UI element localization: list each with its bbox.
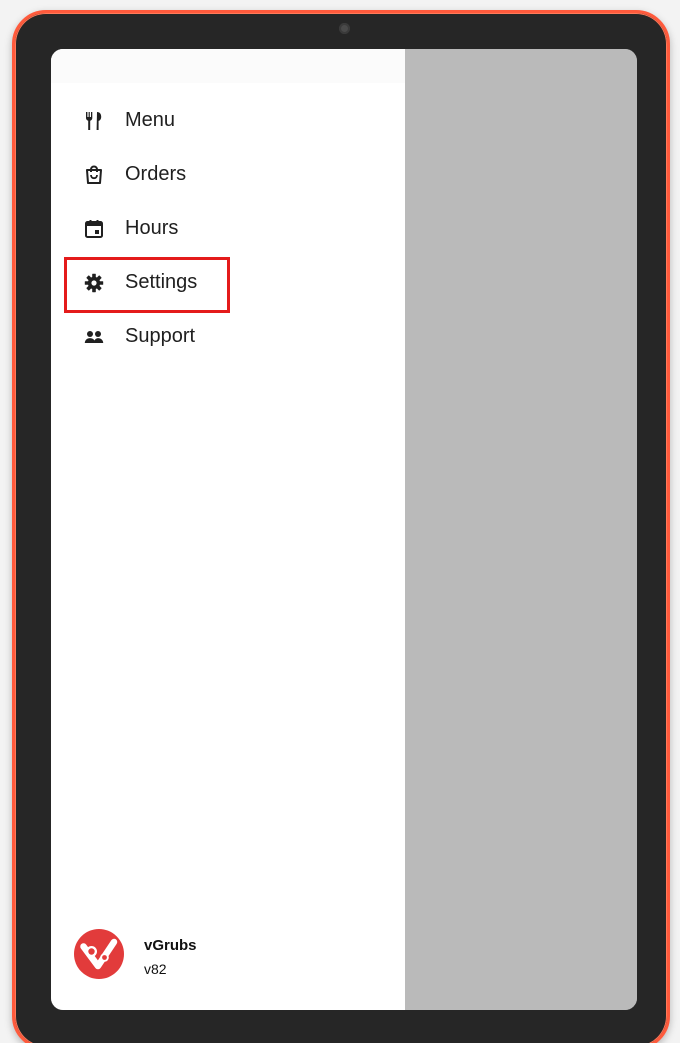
- nav-item-hours[interactable]: Hours: [51, 201, 405, 255]
- shopping-bag-icon: [83, 164, 105, 186]
- nav-item-label: Support: [125, 325, 196, 347]
- nav-item-label: Hours: [125, 217, 179, 239]
- nav-item-label: Settings: [125, 271, 198, 293]
- drawer-scrim[interactable]: [405, 49, 637, 1010]
- tablet-frame: Menu Orders Hours Settings Support vGrub…: [12, 10, 670, 1043]
- nav-item-menu[interactable]: Menu: [51, 93, 405, 147]
- brand-footer: vGrubs v82: [73, 926, 353, 982]
- nav-item-support[interactable]: Support: [51, 309, 405, 363]
- people-icon: [83, 326, 105, 348]
- nav-list: Menu Orders Hours Settings Support: [51, 93, 405, 363]
- navigation-drawer: Menu Orders Hours Settings Support vGrub…: [51, 49, 405, 1010]
- fork-knife-icon: [83, 110, 105, 132]
- vgrubs-logo-icon: [73, 928, 125, 980]
- front-camera: [339, 23, 350, 34]
- nav-item-label: Menu: [125, 109, 176, 131]
- app-screen: Menu Orders Hours Settings Support vGrub…: [51, 49, 637, 1010]
- gear-icon: [83, 272, 105, 294]
- brand-name: vGrubs: [144, 937, 197, 954]
- nav-item-orders[interactable]: Orders: [51, 147, 405, 201]
- page: Menu Orders Hours Settings Support vGrub…: [0, 0, 680, 1043]
- nav-item-settings[interactable]: Settings: [51, 255, 405, 313]
- calendar-icon: [83, 218, 105, 240]
- nav-item-label: Orders: [125, 163, 187, 185]
- drawer-top-bar: [51, 49, 405, 83]
- app-version: v82: [144, 961, 167, 977]
